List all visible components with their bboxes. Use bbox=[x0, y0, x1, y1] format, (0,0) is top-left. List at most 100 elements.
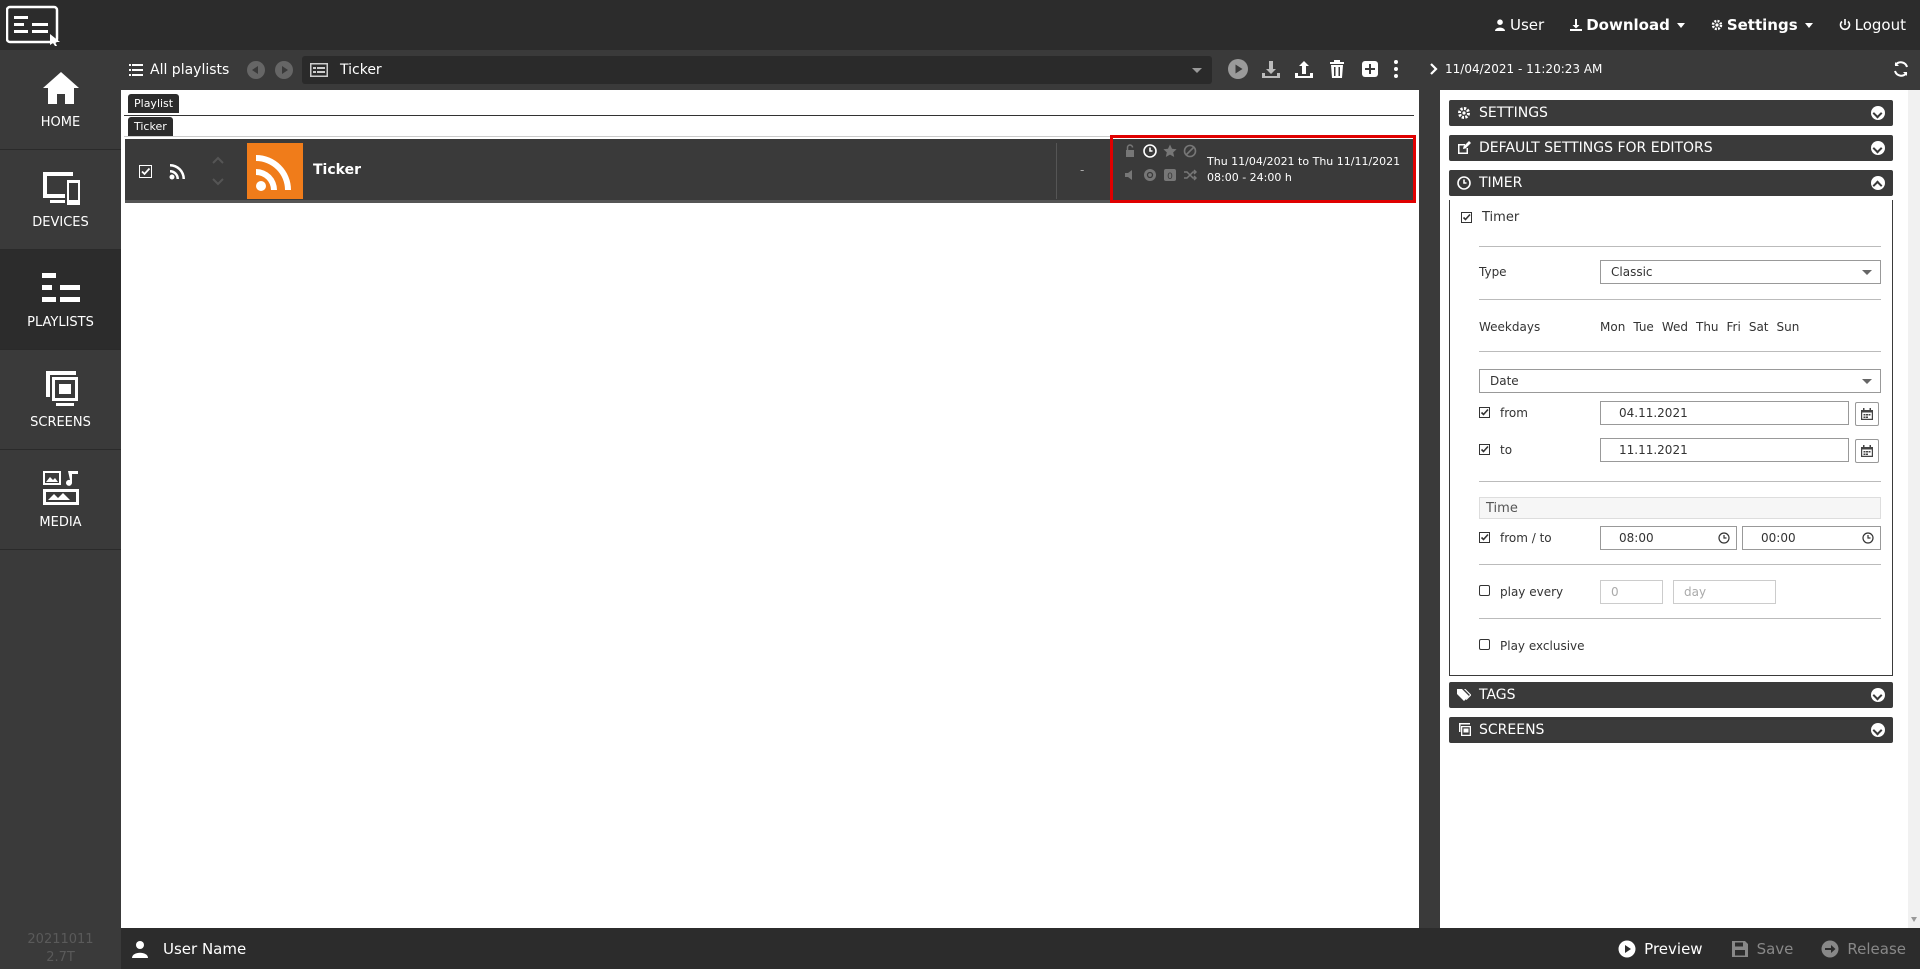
section-timer-label: TIMER bbox=[1479, 175, 1523, 191]
from-date-checkbox[interactable] bbox=[1479, 407, 1490, 418]
tab-ticker[interactable]: Ticker bbox=[128, 117, 173, 136]
chevron-down-icon bbox=[1862, 379, 1872, 384]
timer-mode-select[interactable]: Date bbox=[1479, 369, 1881, 393]
type-label: Type bbox=[1479, 265, 1507, 279]
chevron-right-icon[interactable] bbox=[1427, 62, 1441, 76]
all-playlists-button[interactable]: All playlists bbox=[129, 50, 229, 90]
save-button[interactable]: Save bbox=[1731, 940, 1793, 958]
sidebar-item-screens[interactable]: SCREENS bbox=[0, 350, 121, 450]
app-logo[interactable] bbox=[6, 4, 60, 46]
main-sidebar: HOME DEVICES PLAYLISTS SCREENS MEDIA 202… bbox=[0, 50, 121, 969]
sidebar-item-playlists[interactable]: PLAYLISTS bbox=[0, 250, 121, 350]
weekday-tue[interactable]: Tue bbox=[1633, 320, 1654, 334]
timer-mode-value: Date bbox=[1490, 374, 1519, 388]
back-arrow-icon[interactable] bbox=[247, 61, 265, 79]
version-number: 2.7T bbox=[46, 950, 75, 965]
tab-playlist[interactable]: Playlist bbox=[128, 94, 180, 113]
volume-icon[interactable] bbox=[1123, 168, 1137, 182]
ban-icon[interactable] bbox=[1183, 144, 1197, 158]
version-build: 20211011 bbox=[27, 932, 94, 947]
sidebar-item-home[interactable]: HOME bbox=[0, 50, 121, 150]
to-date-checkbox[interactable] bbox=[1479, 444, 1490, 455]
playlist-item-name: Ticker bbox=[313, 162, 361, 178]
forward-arrow-icon[interactable] bbox=[275, 61, 293, 79]
play-every-unit-select[interactable]: day bbox=[1673, 580, 1776, 604]
timer-date-range: Thu 11/04/2021 to Thu 11/11/2021 bbox=[1207, 155, 1401, 168]
from-date-calendar-button[interactable] bbox=[1855, 402, 1879, 426]
top-bar: User Download Settings Logout bbox=[0, 0, 1920, 50]
shuffle-icon[interactable] bbox=[1183, 168, 1197, 182]
time-from-input[interactable]: 08:00 bbox=[1600, 526, 1737, 550]
playlist-select[interactable]: Ticker bbox=[302, 56, 1212, 84]
time-from-value: 08:00 bbox=[1619, 531, 1654, 545]
chevron-down-icon bbox=[1804, 22, 1813, 28]
gear-icon bbox=[1711, 19, 1723, 31]
counter-icon[interactable]: 0 bbox=[1163, 168, 1177, 182]
trash-icon[interactable] bbox=[1326, 58, 1348, 80]
section-default-settings[interactable]: DEFAULT SETTINGS FOR EDITORS bbox=[1449, 135, 1893, 161]
preview-button[interactable]: Preview bbox=[1618, 940, 1703, 958]
weekday-sun[interactable]: Sun bbox=[1777, 320, 1800, 334]
reorder-handle-icon[interactable] bbox=[211, 155, 225, 187]
sidebar-item-devices[interactable]: DEVICES bbox=[0, 150, 121, 250]
section-tags[interactable]: TAGS bbox=[1449, 682, 1893, 708]
user-menu[interactable]: User bbox=[1494, 16, 1544, 34]
calendar-icon bbox=[1861, 445, 1873, 457]
sidebar-item-label: MEDIA bbox=[39, 515, 82, 530]
upload-icon[interactable] bbox=[1293, 58, 1315, 80]
timer-enable-checkbox[interactable] bbox=[1461, 212, 1472, 223]
checkbox-checked-icon[interactable] bbox=[139, 165, 152, 178]
media-icon bbox=[42, 471, 79, 505]
time-range-checkbox[interactable] bbox=[1479, 532, 1490, 543]
clock-icon[interactable] bbox=[1143, 144, 1157, 158]
weekday-fri[interactable]: Fri bbox=[1727, 320, 1741, 334]
weekday-mon[interactable]: Mon bbox=[1600, 320, 1625, 334]
section-screens-label: SCREENS bbox=[1479, 722, 1545, 738]
section-screens[interactable]: SCREENS bbox=[1449, 717, 1893, 743]
star-icon[interactable] bbox=[1163, 144, 1177, 158]
logout-button[interactable]: Logout bbox=[1839, 16, 1906, 34]
download-icon[interactable] bbox=[1260, 58, 1282, 80]
calendar-icon bbox=[1861, 408, 1873, 420]
divider bbox=[1479, 246, 1881, 247]
release-button[interactable]: Release bbox=[1821, 940, 1906, 958]
panel-scrollbar[interactable] bbox=[1908, 90, 1920, 928]
download-menu[interactable]: Download bbox=[1570, 16, 1685, 34]
section-settings[interactable]: SETTINGS bbox=[1449, 100, 1893, 126]
svg-text:0: 0 bbox=[1167, 172, 1173, 182]
playlist-row[interactable]: Ticker - 0 Thu 11/04/2021 to Thu 11/11/2… bbox=[125, 135, 1416, 203]
section-timer[interactable]: TIMER bbox=[1449, 170, 1893, 196]
play-exclusive-checkbox[interactable] bbox=[1479, 639, 1490, 650]
add-icon[interactable] bbox=[1359, 58, 1381, 80]
more-vertical-icon[interactable] bbox=[1392, 58, 1400, 80]
to-date-calendar-button[interactable] bbox=[1855, 439, 1879, 463]
chevron-down-icon bbox=[1871, 688, 1885, 702]
section-settings-label: SETTINGS bbox=[1479, 105, 1548, 121]
type-select[interactable]: Classic bbox=[1600, 260, 1881, 284]
from-date-label: from bbox=[1500, 406, 1528, 420]
play-every-value: 0 bbox=[1611, 585, 1619, 599]
rss-thumbnail bbox=[247, 143, 303, 199]
timer-count-icon[interactable] bbox=[1143, 168, 1157, 182]
from-date-input[interactable]: 04.11.2021 bbox=[1600, 401, 1849, 425]
clock-icon bbox=[1457, 176, 1471, 190]
timer-summary[interactable]: 0 Thu 11/04/2021 to Thu 11/11/2021 08:00… bbox=[1110, 135, 1416, 203]
tags-icon bbox=[1457, 689, 1471, 701]
to-date-value: 11.11.2021 bbox=[1619, 443, 1688, 457]
to-date-input[interactable]: 11.11.2021 bbox=[1600, 438, 1849, 462]
play-every-checkbox[interactable] bbox=[1479, 585, 1490, 596]
sidebar-item-media[interactable]: MEDIA bbox=[0, 450, 121, 550]
refresh-icon[interactable] bbox=[1892, 60, 1910, 78]
weekday-sat[interactable]: Sat bbox=[1749, 320, 1769, 334]
play-icon[interactable] bbox=[1227, 58, 1249, 80]
play-circle-icon bbox=[1618, 940, 1636, 957]
time-to-input[interactable]: 00:00 bbox=[1742, 526, 1881, 550]
from-date-value: 04.11.2021 bbox=[1619, 406, 1688, 420]
settings-menu[interactable]: Settings bbox=[1711, 16, 1813, 34]
type-select-value: Classic bbox=[1611, 265, 1653, 279]
weekday-wed[interactable]: Wed bbox=[1662, 320, 1688, 334]
weekday-thu[interactable]: Thu bbox=[1696, 320, 1719, 334]
unlock-icon[interactable] bbox=[1123, 144, 1137, 158]
play-every-input[interactable]: 0 bbox=[1600, 580, 1663, 604]
chevron-down-icon bbox=[1676, 22, 1685, 28]
